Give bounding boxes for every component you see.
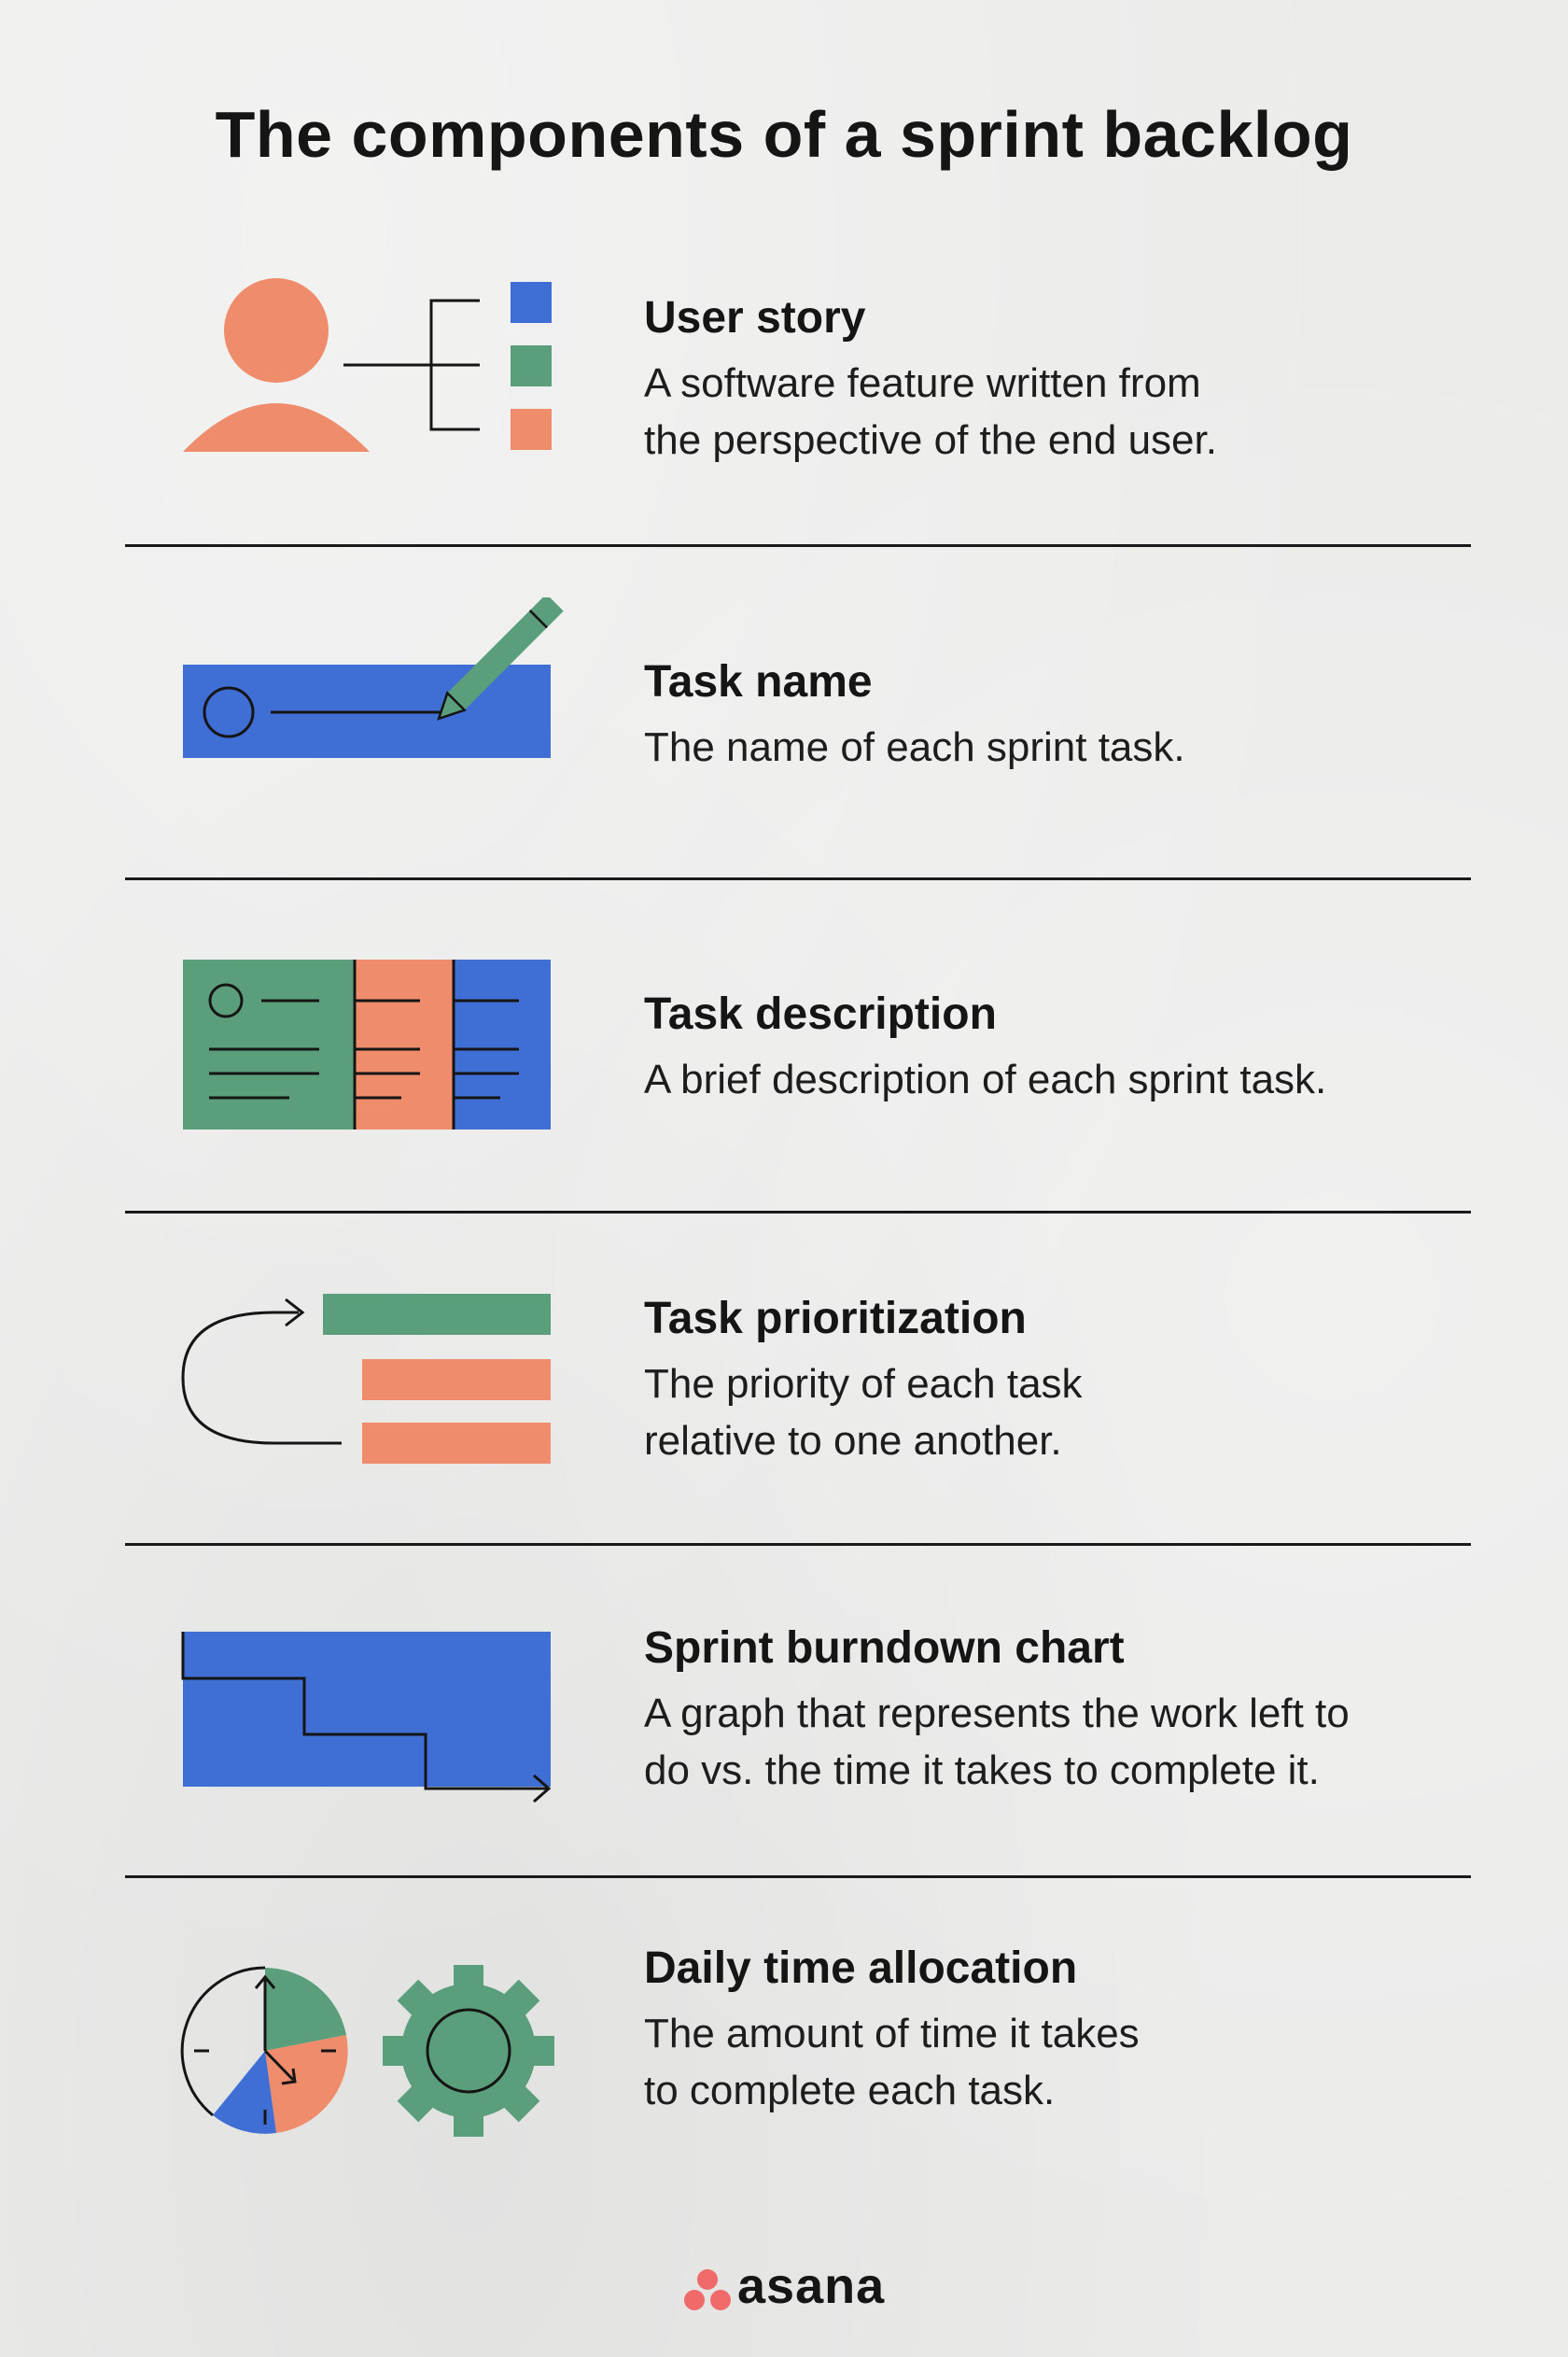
item-description-line: A graph that represents the work left to [644,1691,1350,1736]
burndown-chart-icon [181,1632,552,1803]
item-description-line: The priority of each task [644,1361,1083,1407]
item-title: Task prioritization [644,1294,1027,1343]
asana-logo-icon [684,2269,731,2310]
task-name-icon [183,597,564,758]
task-description-icon [183,960,551,1129]
divider [125,1211,1471,1214]
page-title: The components of a sprint backlog [215,98,1353,171]
divider [125,1875,1471,1878]
user-story-icon [183,278,552,452]
item-title: Daily time allocation [644,1943,1078,1993]
infographic-page: The components of a sprint backlog User … [0,0,1568,2357]
time-allocation-icon [180,1965,554,2137]
item-title: Sprint burndown chart [644,1623,1125,1673]
item-description-line: The name of each sprint task. [644,724,1185,770]
item-description-line: relative to one another. [644,1418,1062,1464]
item-description-line: A software feature written from [644,360,1201,406]
divider [125,877,1471,880]
divider [125,544,1471,547]
item-title: Task description [644,989,997,1039]
item-description-line: A brief description of each sprint task. [644,1057,1327,1102]
gear-icon [383,1965,554,2137]
task-prioritization-icon [181,1294,551,1464]
brand-logo: asana [681,2255,905,2321]
item-description-line: the perspective of the end user. [644,417,1217,463]
brand-name: asana [737,2258,886,2314]
item-title: User story [644,293,866,343]
divider [125,1543,1471,1546]
item-description-line: to complete each task. [644,2068,1056,2113]
item-description-line: do vs. the time it takes to complete it. [644,1747,1320,1793]
item-description-line: The amount of time it takes [644,2011,1140,2056]
item-title: Task name [644,657,873,707]
clock-icon [180,1966,348,2134]
